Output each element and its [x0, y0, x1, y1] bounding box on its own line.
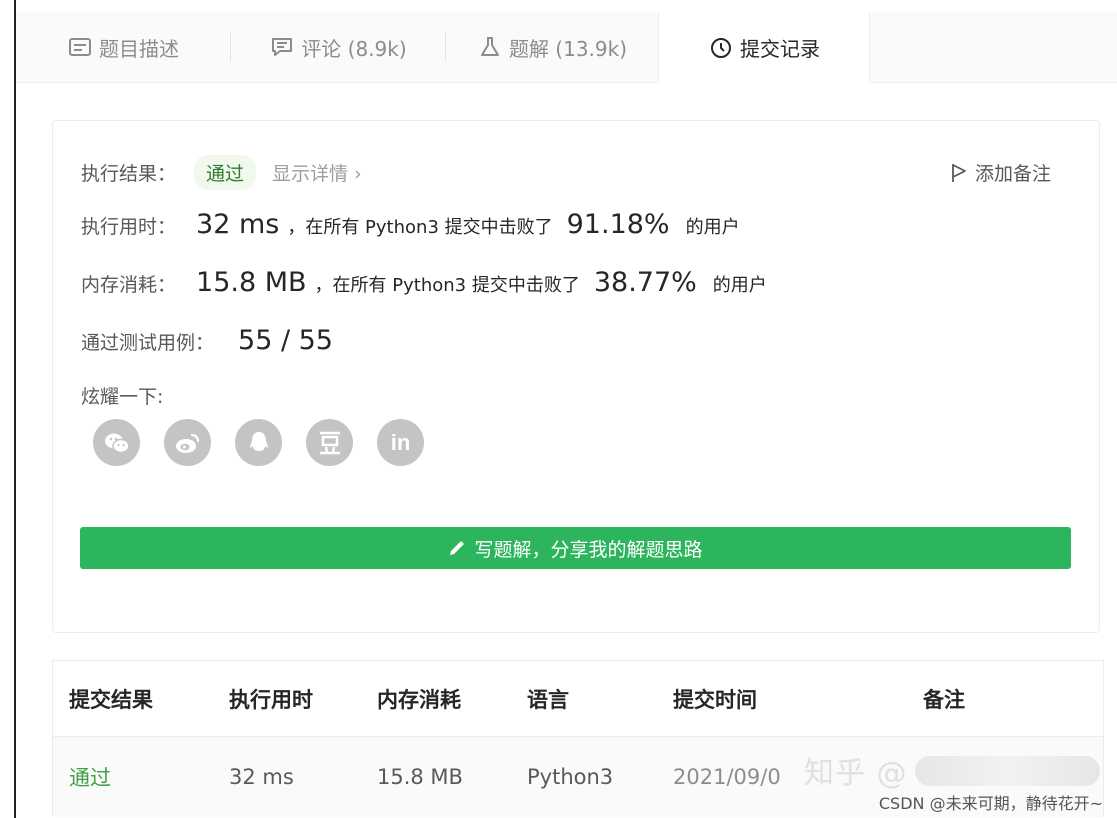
- tab-bar: 题目描述 评论 (8.9k) 题解 (13.9k) 提交记录: [16, 12, 1117, 83]
- share-row: 炫耀一下:: [81, 382, 163, 409]
- header-note: 备注: [923, 687, 965, 712]
- tab-label: 提交记录: [740, 37, 820, 61]
- memory-users: 的用户: [712, 275, 767, 296]
- result-row: 执行结果： 通过 显示详情 ›: [81, 155, 362, 190]
- tab-submissions[interactable]: 提交记录: [658, 12, 870, 83]
- write-solution-button[interactable]: 写题解，分享我的解题思路: [80, 527, 1071, 569]
- clock-icon: [708, 35, 734, 61]
- csdn-watermark: CSDN @未来可期，静待花开~: [878, 794, 1103, 813]
- zhihu-watermark: 知乎 @: [804, 756, 908, 791]
- add-note-label: 添加备注: [974, 163, 1051, 185]
- share-icons: in: [93, 419, 424, 466]
- tab-solutions[interactable]: 题解 (13.9k): [446, 12, 658, 82]
- blurred-username: [915, 756, 1100, 786]
- show-details-link[interactable]: 显示详情 ›: [272, 159, 362, 186]
- tests-row: 通过测试用例： 55 / 55: [81, 325, 333, 356]
- cell-result[interactable]: 通过: [69, 762, 111, 792]
- header-memory: 内存消耗: [377, 687, 461, 712]
- qq-icon[interactable]: [235, 419, 282, 466]
- runtime-row: 执行用时： 32 ms ，在所有 Python3 提交中击败了 91.18% 的…: [81, 209, 740, 240]
- cell-language: Python3: [527, 765, 614, 789]
- write-solution-label: 写题解，分享我的解题思路: [474, 538, 703, 561]
- table-header: 提交结果 执行用时 内存消耗 语言 提交时间 备注: [53, 661, 1103, 737]
- header-runtime: 执行用时: [229, 687, 313, 712]
- cell-time: 2021/09/0: [673, 765, 781, 789]
- douban-icon[interactable]: [306, 419, 353, 466]
- memory-percentile: 38.77%: [593, 267, 697, 298]
- runtime-percentile: 91.18%: [566, 209, 670, 240]
- header-language: 语言: [527, 687, 569, 712]
- weibo-icon[interactable]: [164, 419, 211, 466]
- memory-text: ，在所有 Python3 提交中击败了: [314, 275, 580, 296]
- submission-result-card: 执行结果： 通过 显示详情 › 添加备注 执行用时： 32 ms ，在所有 Py…: [52, 120, 1100, 633]
- comment-icon: [269, 34, 295, 60]
- tab-label: 评论 (8.9k): [301, 36, 407, 61]
- cell-runtime: 32 ms: [229, 765, 294, 789]
- tests-label: 通过测试用例：: [81, 332, 215, 354]
- header-result: 提交结果: [69, 687, 153, 712]
- header-time: 提交时间: [673, 687, 757, 712]
- tab-description[interactable]: 题目描述: [16, 12, 230, 82]
- memory-value: 15.8 MB: [196, 267, 307, 298]
- runtime-label: 执行用时：: [81, 216, 177, 238]
- runtime-users: 的用户: [685, 217, 740, 238]
- tab-comments[interactable]: 评论 (8.9k): [231, 12, 445, 82]
- add-note-button[interactable]: 添加备注: [951, 159, 1051, 186]
- memory-label: 内存消耗：: [81, 274, 177, 296]
- status-badge: 通过: [194, 155, 257, 190]
- flag-icon: [951, 163, 967, 183]
- cell-memory: 15.8 MB: [377, 765, 463, 789]
- memory-row: 内存消耗： 15.8 MB ，在所有 Python3 提交中击败了 38.77%…: [81, 267, 767, 298]
- share-label: 炫耀一下:: [81, 386, 164, 408]
- tests-value: 55 / 55: [238, 325, 333, 356]
- result-label: 执行结果：: [81, 163, 177, 185]
- runtime-text: ，在所有 Python3 提交中击败了: [287, 217, 553, 238]
- runtime-value: 32 ms: [196, 209, 280, 240]
- description-icon: [67, 34, 93, 60]
- flask-icon: [477, 34, 503, 60]
- left-border: [14, 0, 16, 818]
- tab-label: 题解 (13.9k): [508, 36, 628, 61]
- linkedin-icon[interactable]: in: [377, 419, 424, 466]
- wechat-icon[interactable]: [93, 419, 140, 466]
- tab-label: 题目描述: [99, 36, 179, 61]
- pencil-icon: [448, 539, 466, 557]
